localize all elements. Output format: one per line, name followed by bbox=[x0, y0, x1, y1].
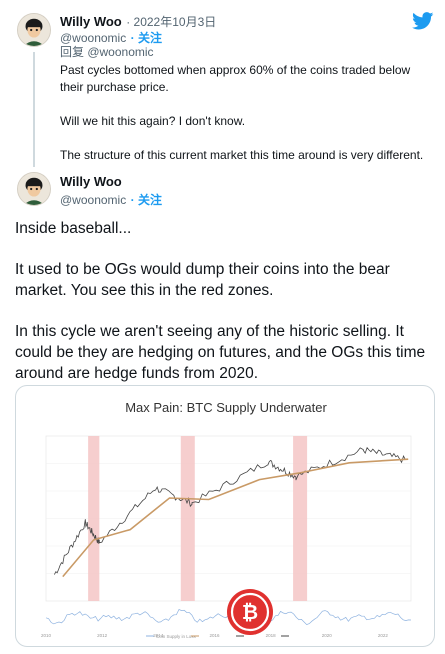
bitcoin-watermark-icon: ₿ bbox=[227, 589, 273, 635]
legend-label: Coin Supply in Loss bbox=[156, 634, 197, 639]
reply-to-label[interactable]: 回复 @woonomic bbox=[60, 43, 154, 60]
twitter-bird-icon[interactable] bbox=[412, 12, 434, 30]
author-name[interactable]: Willy Woo bbox=[60, 14, 122, 29]
x-tick-label: 2020 bbox=[322, 633, 333, 638]
tweet-paragraph-2: It used to be OGs would dump their coins… bbox=[15, 261, 390, 299]
svg-text:₿: ₿ bbox=[242, 600, 258, 624]
handle-line: @woonomic · 关注 bbox=[60, 191, 162, 209]
quoted-paragraph-3: The structure of this current market thi… bbox=[60, 148, 424, 162]
chart-image[interactable]: Max Pain: BTC Supply Underwater 2010 2012… bbox=[15, 385, 435, 647]
tweet-date[interactable]: · 2022年10月3日 bbox=[126, 15, 216, 29]
author-handle[interactable]: @woonomic bbox=[60, 193, 126, 207]
red-zone bbox=[180, 436, 195, 601]
author-name[interactable]: Willy Woo bbox=[60, 174, 122, 189]
x-tick-label: 2022 bbox=[378, 633, 389, 638]
red-zone bbox=[293, 436, 308, 601]
quoted-paragraph-2: Will we hit this again? I don't know. bbox=[60, 114, 246, 128]
follow-button[interactable]: · 关注 bbox=[131, 193, 162, 207]
thread-connector bbox=[33, 52, 35, 167]
avatar[interactable] bbox=[17, 172, 51, 206]
realized-price-line bbox=[62, 458, 409, 578]
price-series-line bbox=[54, 446, 406, 575]
x-tick-label: 2016 bbox=[209, 633, 220, 638]
red-zone bbox=[88, 436, 100, 601]
quoted-paragraph-1: Past cycles bottomed when approx 60% of … bbox=[60, 63, 411, 94]
avatar[interactable] bbox=[17, 13, 51, 47]
x-tick-label: 2010 bbox=[41, 633, 52, 638]
tweet-paragraph-1: Inside baseball... bbox=[15, 220, 132, 237]
tweet-paragraph-3: In this cycle we aren't seeing any of th… bbox=[15, 323, 426, 382]
x-tick-label: 2012 bbox=[97, 633, 108, 638]
